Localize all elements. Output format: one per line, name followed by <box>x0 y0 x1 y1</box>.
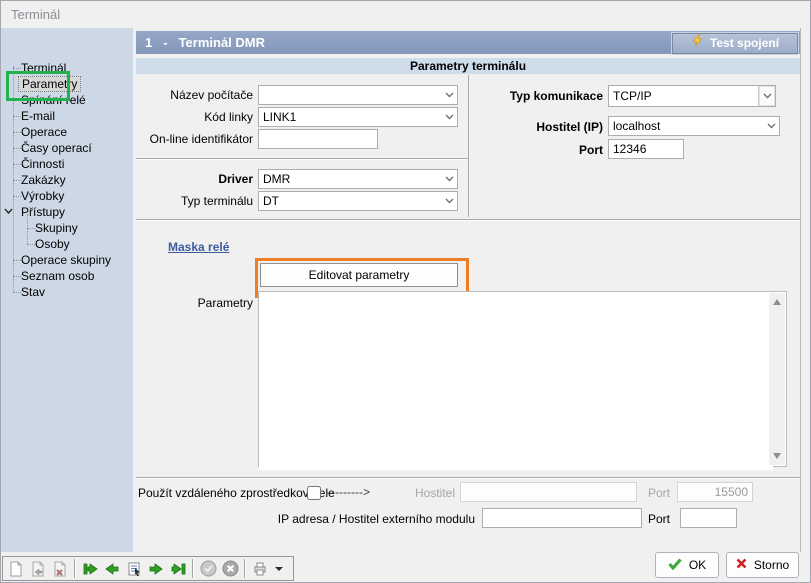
parameters-label: Parametry <box>138 295 253 311</box>
print-dropdown-caret[interactable] <box>272 559 284 579</box>
edit-record-icon <box>28 559 48 579</box>
record-toolbar <box>2 556 294 581</box>
chevron-down-icon <box>441 198 457 204</box>
external-module-host-input[interactable] <box>482 508 642 528</box>
delete-record-icon <box>50 559 70 579</box>
online-identifier-input[interactable] <box>258 129 378 149</box>
host-ip-combobox[interactable]: localhost <box>608 116 780 136</box>
computer-name-combobox[interactable] <box>258 85 458 105</box>
bottom-separator <box>136 477 800 479</box>
edit-parameters-button[interactable]: Editovat parametry <box>260 263 458 287</box>
port-input[interactable] <box>608 139 684 159</box>
host-ip-label: Hostitel (IP) <box>463 119 603 135</box>
use-remote-mediator-checkbox[interactable] <box>307 486 321 500</box>
arrow-text: ---------> <box>327 485 370 499</box>
line-code-label: Kód linky <box>138 109 253 125</box>
record-number: 1 <box>145 35 152 50</box>
sidebar-item-pristupy[interactable]: Přístupy <box>21 204 65 220</box>
scroll-down-icon[interactable] <box>773 453 781 459</box>
section-header: Parametry terminálu <box>136 58 800 74</box>
terminal-type-label: Typ terminálu <box>138 193 253 209</box>
line-code-combobox[interactable]: LINK1 <box>258 107 458 127</box>
communication-type-label: Typ komunikace <box>463 88 603 104</box>
chevron-down-icon <box>758 86 775 106</box>
print-icon[interactable] <box>250 559 270 579</box>
driver-label: Driver <box>138 171 253 187</box>
scroll-up-icon[interactable] <box>773 299 781 305</box>
port-label: Port <box>463 142 603 158</box>
terminal-type-combobox[interactable]: DT <box>258 191 458 211</box>
left-group-separator <box>136 158 468 160</box>
previous-record-icon[interactable] <box>102 559 122 579</box>
driver-combobox[interactable]: DMR <box>258 169 458 189</box>
use-remote-mediator-label: Použít vzdáleného zprostředkovatele <box>138 485 298 501</box>
test-connection-button[interactable]: Test spojení <box>672 33 798 54</box>
ok-button[interactable]: OK <box>655 552 719 578</box>
sidebar-item-spinani-rele[interactable]: Spínání relé <box>21 92 86 108</box>
computer-name-label: Název počítače <box>138 87 253 103</box>
communication-type-combobox[interactable]: TCP/IP <box>608 85 776 107</box>
sidebar-item-operace-skupiny[interactable]: Operace skupiny <box>21 252 111 268</box>
browse-records-icon[interactable] <box>124 559 144 579</box>
chevron-down-icon[interactable] <box>4 208 11 215</box>
sidebar-item-osoby[interactable]: Osoby <box>35 236 70 252</box>
external-module-host-label: IP adresa / Hostitel externího modulu <box>223 511 475 527</box>
sidebar-item-casy-operaci[interactable]: Časy operací <box>21 140 92 156</box>
lightning-icon <box>691 32 704 55</box>
last-record-icon[interactable] <box>168 559 188 579</box>
sidebar-item-e-mail[interactable]: E-mail <box>21 108 55 124</box>
accept-icon <box>198 559 218 579</box>
remote-port-input <box>677 482 753 502</box>
sidebar-item-operace[interactable]: Operace <box>21 124 67 140</box>
chevron-down-icon <box>441 176 457 182</box>
external-module-port-input[interactable] <box>680 508 737 528</box>
chevron-down-icon <box>441 92 457 98</box>
parameters-textarea-frame <box>258 291 787 467</box>
sidebar-item-terminal[interactable]: Terminál <box>21 60 66 76</box>
toolbar-separator <box>74 559 76 578</box>
window-title: Terminál <box>1 1 810 28</box>
parameters-textarea[interactable] <box>259 292 773 470</box>
toolbar-separator <box>192 559 194 578</box>
chevron-down-icon <box>763 123 779 129</box>
remote-host-label: Hostitel <box>393 485 455 501</box>
toolbar-separator <box>244 559 246 578</box>
sidebar: Terminál Parametry Spínání relé E-mail O… <box>1 28 133 552</box>
next-record-icon[interactable] <box>146 559 166 579</box>
sidebar-item-zakazky[interactable]: Zakázky <box>21 172 66 188</box>
record-header-bar: 1-Terminál DMR Test spojení <box>136 31 800 54</box>
storno-button[interactable]: Storno <box>726 552 799 578</box>
section-separator <box>136 219 800 221</box>
chevron-down-icon <box>441 114 457 120</box>
sidebar-item-seznam-osob[interactable]: Seznam osob <box>21 268 94 284</box>
remote-host-input <box>460 482 637 502</box>
vertical-scrollbar[interactable] <box>769 293 785 465</box>
cancel-icon[interactable] <box>220 559 240 579</box>
first-record-icon[interactable] <box>80 559 100 579</box>
external-module-port-label: Port <box>628 511 670 527</box>
record-title: Terminál DMR <box>179 35 265 50</box>
new-record-icon <box>6 559 26 579</box>
main-panel: 1-Terminál DMR Test spojení Parametry te… <box>133 28 810 552</box>
check-icon <box>668 558 682 573</box>
remote-port-label: Port <box>628 485 670 501</box>
online-identifier-label: On-line identifikátor <box>138 131 253 147</box>
sidebar-item-cinnosti[interactable]: Činnosti <box>21 156 64 172</box>
sidebar-item-parametry[interactable]: Parametry <box>19 76 80 92</box>
sidebar-item-stav[interactable]: Stav <box>21 284 45 300</box>
sidebar-item-vyrobky[interactable]: Výrobky <box>21 188 64 204</box>
main-panel-right-edge <box>800 28 801 552</box>
x-icon <box>736 558 747 572</box>
relay-mask-link[interactable]: Maska relé <box>168 240 229 254</box>
sidebar-item-skupiny[interactable]: Skupiny <box>35 220 78 236</box>
